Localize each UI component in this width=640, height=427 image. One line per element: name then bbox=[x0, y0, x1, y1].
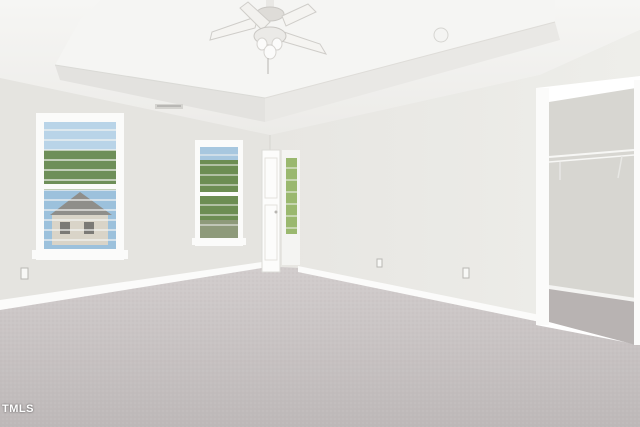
window-left bbox=[32, 113, 128, 260]
room-photo: TMLS bbox=[0, 0, 640, 427]
smoke-detector bbox=[433, 27, 449, 43]
window-right bbox=[282, 150, 300, 265]
outlet bbox=[462, 267, 470, 279]
entry-door bbox=[261, 149, 281, 273]
window-middle bbox=[192, 140, 246, 246]
outlet bbox=[20, 267, 29, 280]
room-illustration bbox=[0, 0, 640, 427]
outlet bbox=[376, 258, 383, 268]
walk-in-closet bbox=[536, 76, 640, 345]
watermark-text: TMLS bbox=[2, 403, 34, 415]
